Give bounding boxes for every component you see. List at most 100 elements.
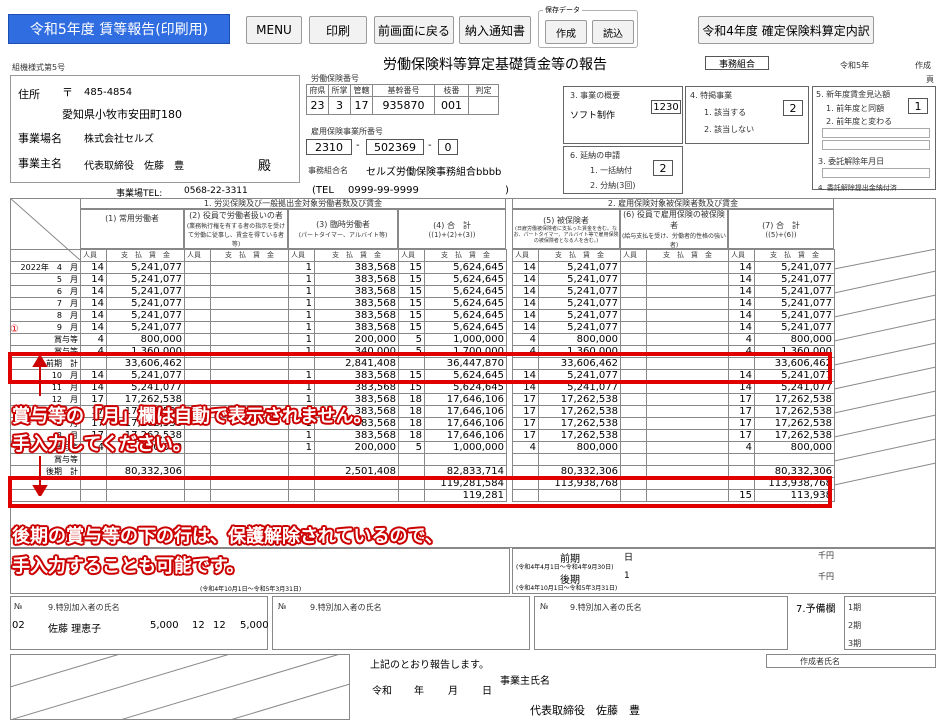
cell-w7[interactable]: 17,262,538 — [754, 429, 835, 442]
special-value[interactable]: 2 — [783, 100, 803, 116]
cell-empty[interactable] — [210, 309, 289, 322]
cell-empty[interactable] — [184, 297, 211, 310]
cell-empty[interactable] — [184, 273, 211, 286]
cell-p4[interactable]: 15 — [398, 297, 425, 310]
cell-w5[interactable]: 5,241,077 — [538, 321, 621, 334]
cell-p5[interactable]: 17 — [512, 429, 539, 442]
cell-empty[interactable] — [184, 285, 211, 298]
cell-empty[interactable] — [210, 333, 289, 346]
cell-w5[interactable]: 17,262,538 — [538, 429, 621, 442]
cell-w7[interactable]: 800,000 — [754, 333, 835, 346]
sm1-m2[interactable]: 12 — [213, 620, 226, 631]
cell-w5[interactable]: 17,262,538 — [538, 417, 621, 430]
cell-empty[interactable] — [646, 429, 729, 442]
emp-no-1[interactable]: 2310 — [306, 139, 352, 155]
cell-w1[interactable]: 5,241,077 — [106, 321, 185, 334]
cell-p7[interactable]: 4 — [728, 333, 755, 346]
cell-w5[interactable]: 800,000 — [538, 441, 621, 454]
cell-p4[interactable]: 18 — [398, 393, 425, 406]
lin-v-0[interactable]: 23 — [306, 96, 329, 115]
cell-empty[interactable] — [620, 285, 647, 298]
print-button[interactable]: 印刷 — [309, 16, 367, 44]
cell-p7[interactable]: 14 — [728, 297, 755, 310]
cell-w7[interactable]: 5,241,077 — [754, 261, 835, 274]
sm1-name[interactable]: 佐藤 理恵子 — [48, 620, 101, 635]
cell-w4[interactable]: 1,000,000 — [424, 333, 507, 346]
cell-w4[interactable]: 1,000,000 — [424, 441, 507, 454]
cell-w1[interactable]: 5,241,077 — [106, 261, 185, 274]
cell-empty[interactable] — [620, 261, 647, 274]
cell-p4[interactable]: 15 — [398, 273, 425, 286]
cell-empty[interactable] — [210, 321, 289, 334]
cell-p7[interactable]: 14 — [728, 273, 755, 286]
cell-w5[interactable]: 17,262,538 — [538, 393, 621, 406]
cell-empty[interactable] — [620, 309, 647, 322]
cell-p4[interactable]: 18 — [398, 405, 425, 418]
cell-p5[interactable] — [512, 453, 539, 466]
prev-year-button[interactable]: 令和4年度 確定保険料算定内訳 — [698, 16, 874, 44]
back-button[interactable]: 前画面に戻る — [374, 16, 454, 44]
lin-v-1[interactable]: 3 — [328, 96, 351, 115]
sm1-no[interactable]: 02 — [12, 620, 25, 631]
cell-p5[interactable]: 14 — [512, 285, 539, 298]
cell-w1[interactable]: 5,241,077 — [106, 297, 185, 310]
cell-w1[interactable]: 5,241,077 — [106, 309, 185, 322]
cell-p5[interactable]: 14 — [512, 273, 539, 286]
sm1-total[interactable]: 5,000 — [240, 620, 269, 631]
cell-empty[interactable] — [210, 261, 289, 274]
cell-p1[interactable]: 14 — [80, 297, 107, 310]
extension-value[interactable]: 2 — [653, 160, 673, 176]
emp-no-3[interactable]: 0 — [438, 139, 458, 155]
cell-p7[interactable]: 14 — [728, 261, 755, 274]
load-button[interactable]: 読込 — [592, 20, 634, 44]
cell-empty[interactable] — [620, 441, 647, 454]
cell-p1[interactable]: 14 — [80, 285, 107, 298]
cell-w4[interactable]: 5,624,645 — [424, 309, 507, 322]
cell-p4[interactable]: 18 — [398, 417, 425, 430]
cell-p1[interactable]: 14 — [80, 261, 107, 274]
title-button[interactable]: 令和5年度 賃等報告(印刷用) — [8, 14, 230, 44]
cell-p3[interactable]: 1 — [288, 297, 315, 310]
cell-p7[interactable]: 17 — [728, 429, 755, 442]
cell-p3[interactable]: 1 — [288, 441, 315, 454]
cell-w5[interactable] — [538, 453, 621, 466]
cell-empty[interactable] — [646, 393, 729, 406]
cell-empty[interactable] — [646, 453, 729, 466]
cell-w7[interactable]: 5,241,077 — [754, 273, 835, 286]
cell-empty[interactable] — [646, 417, 729, 430]
cell-p5[interactable]: 14 — [512, 309, 539, 322]
cell-empty[interactable] — [210, 285, 289, 298]
cell-empty[interactable] — [620, 417, 647, 430]
cell-empty[interactable] — [620, 321, 647, 334]
cell-empty[interactable] — [210, 297, 289, 310]
cell-w3[interactable]: 383,568 — [314, 261, 399, 274]
cell-p5[interactable]: 17 — [512, 417, 539, 430]
cell-p5[interactable]: 14 — [512, 261, 539, 274]
cell-p7[interactable]: 17 — [728, 417, 755, 430]
cell-w5[interactable]: 5,241,077 — [538, 297, 621, 310]
cell-w7[interactable]: 5,241,077 — [754, 321, 835, 334]
cell-empty[interactable] — [620, 333, 647, 346]
cell-p1[interactable]: 14 — [80, 273, 107, 286]
cell-empty[interactable] — [210, 429, 289, 442]
cell-w4[interactable]: 5,624,645 — [424, 285, 507, 298]
cell-w7[interactable]: 5,241,077 — [754, 285, 835, 298]
cell-w1[interactable]: 5,241,077 — [106, 273, 185, 286]
cell-empty[interactable] — [646, 273, 729, 286]
cell-p4[interactable]: 5 — [398, 441, 425, 454]
cell-p5[interactable]: 17 — [512, 393, 539, 406]
cell-p3[interactable]: 1 — [288, 333, 315, 346]
cell-w3[interactable]: 200,000 — [314, 333, 399, 346]
cell-w7[interactable]: 5,241,077 — [754, 309, 835, 322]
cell-w3[interactable] — [314, 453, 399, 466]
cell-empty[interactable] — [620, 273, 647, 286]
cell-p1[interactable]: 4 — [80, 333, 107, 346]
cell-p5[interactable]: 4 — [512, 441, 539, 454]
cell-w5[interactable]: 17,262,538 — [538, 405, 621, 418]
cell-w7[interactable]: 17,262,538 — [754, 417, 835, 430]
cell-p1[interactable]: 14 — [80, 309, 107, 322]
cell-p3[interactable]: 1 — [288, 273, 315, 286]
cell-w7[interactable] — [754, 453, 835, 466]
cell-p7[interactable]: 17 — [728, 405, 755, 418]
notice-button[interactable]: 納入通知書 — [459, 16, 531, 44]
